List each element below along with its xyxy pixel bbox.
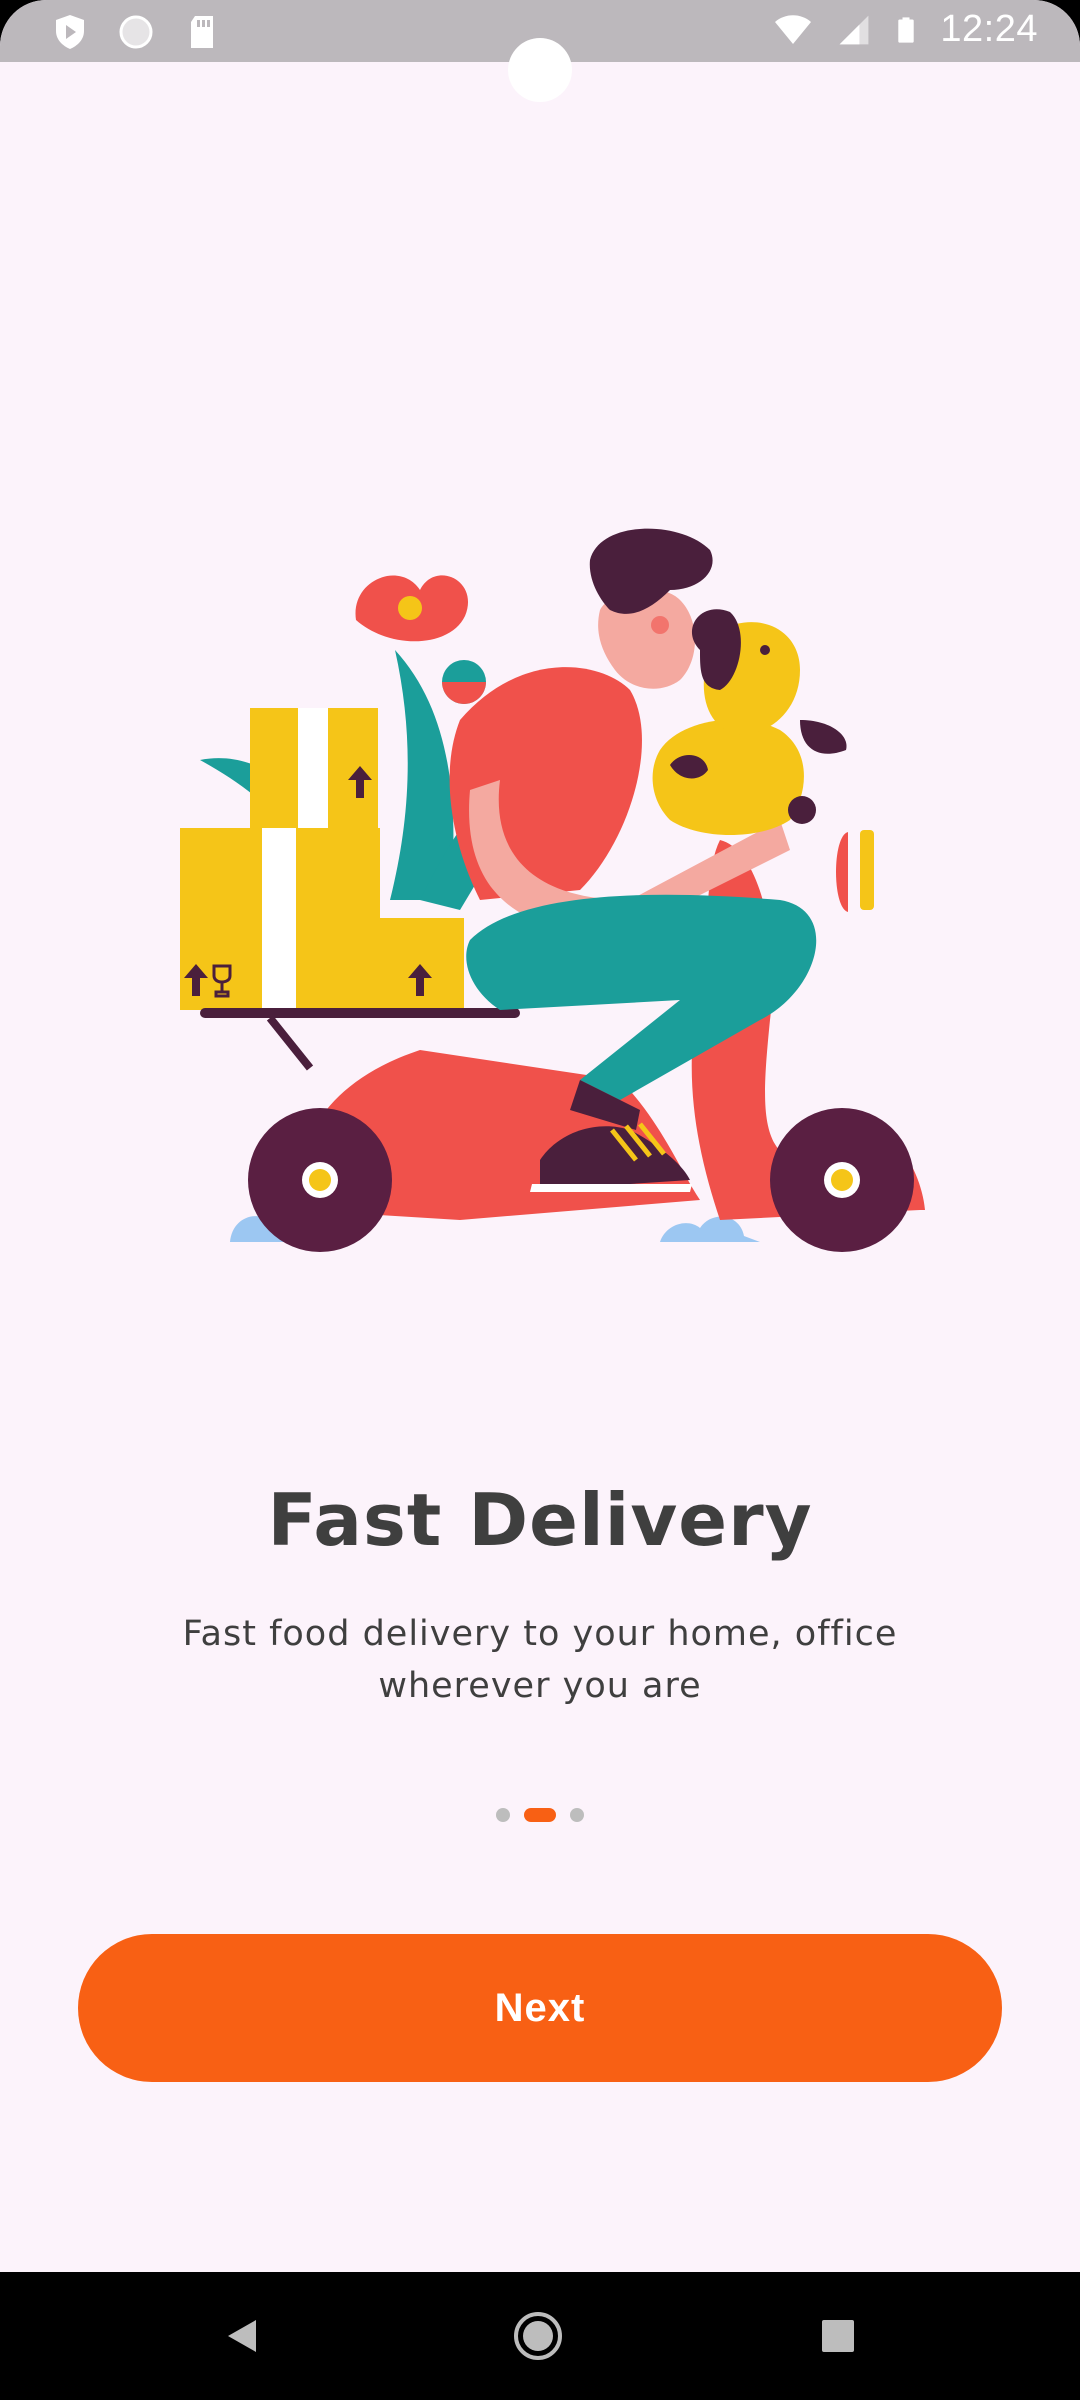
subtitle-line-1: Fast food delivery to your home, office <box>182 1614 898 1654</box>
page-subtitle: Fast food delivery to your home, office … <box>150 1608 930 1712</box>
onboarding-screen: 12:24 Fast Delivery Fast food delivery t… <box>0 0 1080 2400</box>
page-dot-2-active[interactable] <box>524 1808 556 1822</box>
recents-icon[interactable] <box>808 2306 868 2366</box>
circle-icon <box>119 15 153 49</box>
system-nav-bar <box>0 2272 1080 2400</box>
camera-cutout <box>508 38 572 102</box>
battery-icon <box>898 16 915 43</box>
next-button[interactable]: Next <box>78 1934 1002 2082</box>
shield-play-icon <box>56 15 84 49</box>
page-dot-3[interactable] <box>570 1808 584 1822</box>
home-icon[interactable] <box>508 2306 568 2366</box>
page-title: Fast Delivery <box>267 1478 813 1562</box>
delivery-scooter-illustration <box>180 528 925 1252</box>
sd-card-icon <box>191 16 213 48</box>
signal-icon <box>840 15 869 44</box>
clock-time: 12:24 <box>940 8 1038 50</box>
page-dot-1[interactable] <box>496 1808 510 1822</box>
page-indicator <box>0 1808 1080 1822</box>
wifi-icon <box>775 14 812 44</box>
back-icon[interactable] <box>212 2306 272 2366</box>
subtitle-line-2: wherever you are <box>378 1666 702 1706</box>
